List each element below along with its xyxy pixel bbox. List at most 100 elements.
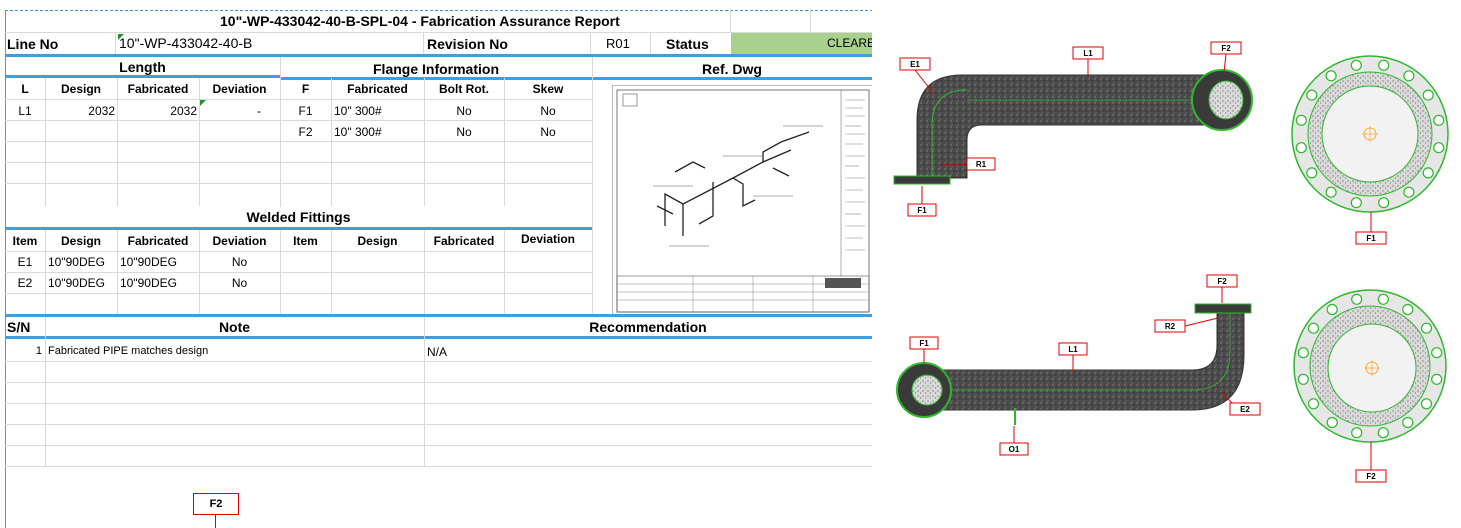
notes-row-recommendation: N/A <box>427 345 448 359</box>
bolt-hole <box>1326 416 1338 429</box>
grid-line <box>730 10 731 33</box>
welded-header-item: Item <box>12 234 38 248</box>
notes-note-header: Note <box>218 319 251 335</box>
bolt-hole <box>1433 114 1445 126</box>
flange-row-f2-fabricated: 10" 300# <box>334 125 382 139</box>
bolt-hole <box>1350 59 1362 71</box>
bolt-hole <box>1326 303 1338 316</box>
bolt-hole <box>1431 347 1443 359</box>
welded-header-fabricated-2: Fabricated <box>433 234 495 248</box>
welded-row-e2-deviation: No <box>231 276 248 290</box>
grid-line <box>424 230 425 314</box>
notes-sn-header: S/N <box>7 319 31 335</box>
revision-value[interactable]: R01 <box>606 37 630 50</box>
flange-face-f1 <box>1291 55 1449 213</box>
top-tag-face-f1: F1 <box>1366 234 1376 243</box>
bolt-hole <box>1420 322 1433 334</box>
overflow-f2-tag: F2 <box>193 493 239 515</box>
bolt-hole <box>1351 427 1363 439</box>
grid-line <box>5 382 872 383</box>
bolt-hole <box>1402 416 1414 429</box>
bolt-hole <box>1295 114 1307 126</box>
section-rule <box>5 54 872 57</box>
top-tag-l1: L1 <box>1083 49 1093 58</box>
flange-row-f1-skew: No <box>540 104 556 118</box>
grid-line <box>504 78 505 206</box>
length-section-title: Length <box>119 59 166 75</box>
bottom-tag-f1: F1 <box>919 339 929 348</box>
bottom-tag-l1: L1 <box>1068 345 1078 354</box>
welded-row-e1-design: 10"90DEG <box>48 255 105 269</box>
grid-line <box>331 78 332 206</box>
grid-line <box>810 10 811 33</box>
bolt-hole <box>1420 398 1433 410</box>
welded-row-e1-fabricated: 10"90DEG <box>120 255 177 269</box>
bolt-hole <box>1422 167 1434 179</box>
bolt-hole <box>1306 89 1318 101</box>
grid-line <box>592 57 593 317</box>
flange-section-title: Flange Information <box>373 61 499 77</box>
bolt-hole <box>1350 197 1362 209</box>
flange-face-f2 <box>1293 289 1447 443</box>
length-row-l: L1 <box>18 104 32 118</box>
flange-header-f: F <box>301 82 310 96</box>
bottom-tag-face-f2: F2 <box>1366 472 1376 481</box>
section-rule <box>5 336 872 339</box>
bottom-tag-r2: R2 <box>1165 322 1176 331</box>
bolt-hole <box>1402 303 1414 316</box>
line-no-label: Line No <box>7 36 59 52</box>
length-header-l: L <box>21 82 29 96</box>
grid-line <box>424 78 425 206</box>
bottom-tag-f2: F2 <box>1217 277 1227 286</box>
grid-line <box>45 78 46 206</box>
flange-header-bolt: Bolt Rot. <box>439 82 489 96</box>
flange-row-f2-skew: No <box>540 125 556 139</box>
grid-line <box>199 78 200 206</box>
grid-line <box>117 230 118 314</box>
welded-header-fabricated: Fabricated <box>127 234 189 248</box>
flange-row-f1-id: F1 <box>298 104 313 118</box>
report-title: 10"-WP-433042-40-B-SPL-04 - Fabrication … <box>220 14 620 28</box>
flange-row-f1-bolt: No <box>456 104 472 118</box>
bolt-hole <box>1325 70 1337 82</box>
grid-line <box>280 230 281 314</box>
reference-drawing-thumbnail[interactable] <box>612 85 872 317</box>
grid-line <box>423 33 424 54</box>
status-label: Status <box>666 36 709 52</box>
bolt-hole <box>1377 293 1389 305</box>
bolt-hole <box>1307 398 1320 410</box>
report-title-id: 10"-WP-433042-40-B-SPL-04 <box>220 13 408 29</box>
grid-line <box>5 424 872 425</box>
grid-line <box>5 466 872 467</box>
scan-views-panel: E1 L1 F2 R1 F1 F1 F2 R2 F1 L1 E2 O1 F2 <box>872 0 1461 528</box>
revision-label: Revision No <box>427 36 508 52</box>
grid-line <box>590 33 591 54</box>
grid-line <box>331 230 332 314</box>
grid-line <box>5 445 872 446</box>
status-value[interactable]: CLEARED <box>731 33 872 54</box>
flange-header-skew: Skew <box>532 82 564 96</box>
bolt-hole <box>1306 167 1318 179</box>
grid-line <box>117 78 118 206</box>
bolt-hole <box>1377 427 1389 439</box>
welded-row-e1-item: E1 <box>17 255 33 269</box>
line-no-value[interactable]: 10"-WP-433042-40-B <box>119 36 252 50</box>
flange-row-f2-id: F2 <box>298 125 313 139</box>
report-title-suffix: - Fabrication Assurance Report <box>407 13 620 29</box>
grid-line <box>115 33 116 54</box>
length-row-deviation: - <box>257 104 261 118</box>
bottom-tag-e2: E2 <box>1240 405 1250 414</box>
scan-views-svg: E1 L1 F2 R1 F1 F1 F2 R2 F1 L1 E2 O1 F2 <box>893 41 1449 483</box>
bolt-hole <box>1431 373 1443 385</box>
cell-comment-marker <box>200 100 206 106</box>
welded-header-deviation: Deviation <box>212 234 267 248</box>
length-row-fabricated: 2032 <box>170 104 197 118</box>
tag-leader <box>215 514 216 528</box>
section-rule <box>592 77 872 80</box>
grid-line <box>5 403 872 404</box>
bolt-hole <box>1307 322 1320 334</box>
section-rule <box>5 314 872 317</box>
notes-row-sn: 1 <box>35 345 42 357</box>
top-tag-f1: F1 <box>917 206 927 215</box>
top-pipe-view <box>893 69 1253 185</box>
